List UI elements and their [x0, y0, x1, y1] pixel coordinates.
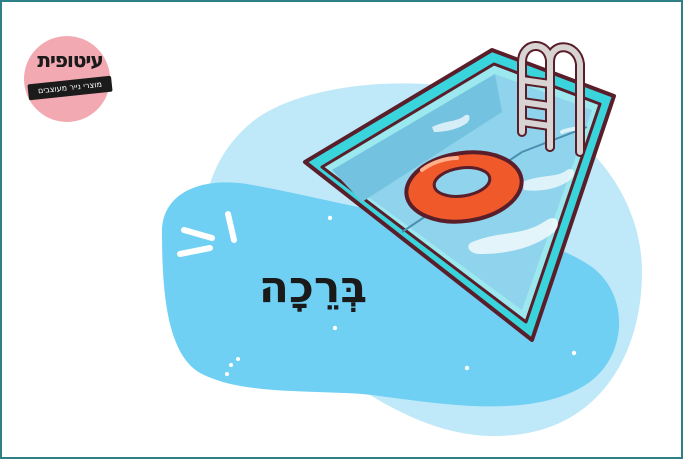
dot-icon [225, 372, 229, 376]
dot-icon [332, 325, 338, 331]
dot-icon [327, 215, 333, 221]
dot-icon [229, 363, 233, 367]
dot-icon [464, 365, 470, 371]
logo-title: עיטופית [37, 48, 103, 72]
word-card: עיטופית מוצרי נייר מעוצבים בְּרֵכָה [0, 0, 683, 459]
card-word: בְּרֵכָה [258, 262, 368, 313]
brand-logo: עיטופית מוצרי נייר מעוצבים [22, 30, 118, 122]
dot-icon [571, 350, 577, 356]
dot-icon [236, 357, 240, 361]
